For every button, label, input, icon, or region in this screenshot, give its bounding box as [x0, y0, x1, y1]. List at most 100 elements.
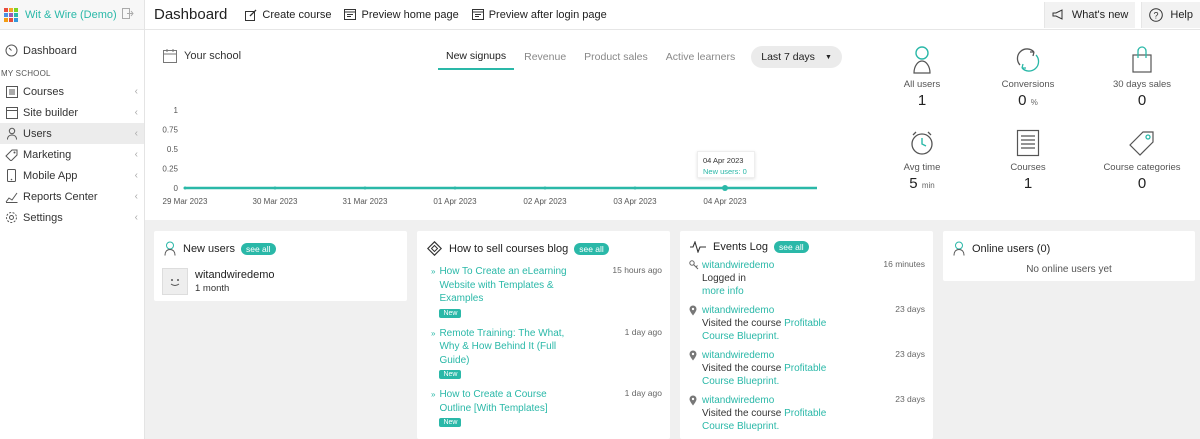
preview-after-login-button[interactable]: Preview after login page — [471, 8, 607, 21]
create-course-button[interactable]: Create course — [245, 9, 331, 21]
top-bar: Dashboard Create course Preview home pag… — [145, 0, 1200, 30]
stat-course-categories[interactable]: Course categories 0 — [1087, 128, 1197, 192]
period-dropdown[interactable]: Last 7 days ▼ — [751, 46, 842, 68]
list-item: witandwiredemo Visited the course Profit… — [689, 349, 925, 388]
stat-value: 0 — [1137, 92, 1147, 109]
data-point — [722, 185, 728, 191]
stats-grid: All users 1 Conversions 0 % 30 days sale… — [867, 45, 1200, 215]
sidebar-item-dashboard[interactable]: Dashboard — [0, 40, 144, 61]
sidebar-item-reports-center[interactable]: Reports Center ‹ — [0, 186, 144, 207]
new-badge: New — [439, 308, 462, 318]
user-name: witandwiredemo — [195, 269, 275, 281]
your-school-header: Your school — [163, 49, 241, 63]
sidebar-item-settings[interactable]: Settings ‹ — [0, 207, 144, 228]
sidebar-item-mobile-app[interactable]: Mobile App ‹ — [0, 165, 144, 186]
stat-value: 1 — [1023, 175, 1033, 192]
sidebar-item-label: Mobile App — [23, 169, 78, 182]
your-school-title: Your school — [184, 50, 242, 62]
card-header: Events Log see all — [680, 231, 933, 253]
card-title: Events Log — [713, 241, 769, 253]
tab-product-sales[interactable]: Product sales — [576, 45, 656, 69]
exit-icon[interactable] — [122, 7, 134, 22]
clock-icon — [867, 128, 977, 158]
see-all-button[interactable]: see all — [774, 241, 809, 253]
preview-home-button[interactable]: Preview home page — [344, 8, 459, 21]
course-link[interactable]: Profitable — [784, 363, 826, 374]
list-item[interactable]: » Remote Training: The What, Why & How Be… — [431, 327, 662, 379]
card-title: How to sell courses blog — [449, 242, 569, 255]
event-text: Logged in — [702, 273, 746, 284]
brand-bar: Wit & Wire (Demo) — [0, 0, 144, 30]
overview-tabs: New signups Revenue Product sales Active… — [438, 44, 842, 70]
dashboard-icon — [5, 44, 18, 57]
tooltip-value: New users: 0 — [703, 167, 747, 176]
sidebar-item-label: Settings — [23, 211, 63, 224]
edit-icon — [245, 9, 257, 21]
school-name[interactable]: Wit & Wire (Demo) — [25, 9, 122, 21]
sidebar-item-label: Site builder — [23, 106, 79, 119]
tab-active-learners[interactable]: Active learners — [658, 45, 743, 69]
tab-new-signups[interactable]: New signups — [438, 44, 515, 70]
blog-post-link[interactable]: How to Create a Course Outline [With Temp… — [439, 388, 574, 415]
stat-label: All users — [903, 79, 941, 90]
preview-icon — [471, 9, 484, 20]
user-icon — [867, 45, 977, 75]
user-icon — [953, 241, 965, 256]
page-title: Dashboard — [154, 6, 228, 23]
reports-icon — [5, 190, 18, 203]
sidebar-item-marketing[interactable]: Marketing ‹ — [0, 144, 144, 165]
course-link[interactable]: Course Blueprint. — [702, 330, 895, 343]
sidebar-item-label: Users — [23, 127, 52, 140]
sidebar-item-users[interactable]: Users ‹ — [0, 123, 144, 144]
empty-message: No online users yet — [1026, 264, 1112, 275]
see-all-button[interactable]: see all — [574, 242, 609, 255]
stat-all-users[interactable]: All users 1 — [867, 45, 977, 109]
event-time: 16 minutes — [883, 259, 925, 269]
apps-grid-icon[interactable] — [4, 7, 18, 22]
more-info-link[interactable]: more info — [702, 285, 883, 298]
sidebar: Wit & Wire (Demo) Dashboard MY SCHOOL Co… — [0, 0, 145, 439]
stat-conversions[interactable]: Conversions 0 % — [973, 45, 1083, 109]
preview-after-login-label: Preview after login page — [488, 8, 607, 21]
blog-post-link[interactable]: How To Create an eLearning Website with T… — [439, 265, 574, 306]
stat-unit: min — [921, 181, 935, 190]
sidebar-item-label: Marketing — [23, 148, 72, 161]
card-title: Online users (0) — [972, 242, 1051, 255]
see-all-button[interactable]: see all — [240, 242, 276, 255]
list-item[interactable]: » How to Create a Course Outline [With Te… — [431, 388, 662, 427]
shopping-bag-icon — [1087, 45, 1197, 75]
courses-icon — [5, 85, 18, 98]
data-point — [633, 186, 637, 190]
tab-revenue[interactable]: Revenue — [516, 45, 574, 69]
event-user-link[interactable]: witandwiredemo — [702, 394, 895, 407]
x-tick-label: 29 Mar 2023 — [163, 197, 208, 206]
stat-30-days-sales[interactable]: 30 days sales 0 — [1087, 45, 1197, 109]
card-header: Online users (0) — [943, 231, 1195, 256]
event-user-link[interactable]: witandwiredemo — [702, 349, 895, 362]
mobile-icon — [5, 169, 18, 182]
sidebar-item-courses[interactable]: Courses ‹ — [0, 81, 144, 102]
stat-avg-time[interactable]: Avg time 5 min — [867, 128, 977, 192]
course-link[interactable]: Course Blueprint. — [702, 375, 895, 388]
preview-home-label: Preview home page — [361, 8, 459, 21]
x-tick-label: 31 Mar 2023 — [343, 197, 388, 206]
create-course-label: Create course — [262, 8, 332, 21]
list-item[interactable]: witandwiredemo 1 month — [162, 268, 407, 295]
list-item[interactable]: » How To Create an eLearning Website with… — [431, 265, 662, 318]
list-item: witandwiredemo Logged in more info 16 mi… — [689, 259, 925, 298]
blog-post-link[interactable]: Remote Training: The What, Why & How Behi… — [439, 327, 574, 368]
course-link[interactable]: Profitable — [784, 408, 826, 419]
event-user-link[interactable]: witandwiredemo — [702, 304, 895, 317]
sidebar-item-site-builder[interactable]: Site builder ‹ — [0, 102, 144, 123]
help-button[interactable]: ? Help — [1141, 1, 1200, 28]
y-tick-label: 0.25 — [162, 165, 178, 174]
event-user-link[interactable]: witandwiredemo — [702, 259, 883, 272]
course-link[interactable]: Course Blueprint. — [702, 420, 895, 433]
tag-icon — [1087, 128, 1197, 158]
whats-new-button[interactable]: What's new — [1043, 1, 1136, 28]
y-tick-label: 1 — [174, 106, 179, 115]
bullet-icon: » — [431, 390, 436, 399]
stat-label: Course categories — [1103, 162, 1181, 173]
stat-courses[interactable]: Courses 1 — [973, 128, 1083, 192]
course-link[interactable]: Profitable — [784, 318, 826, 329]
